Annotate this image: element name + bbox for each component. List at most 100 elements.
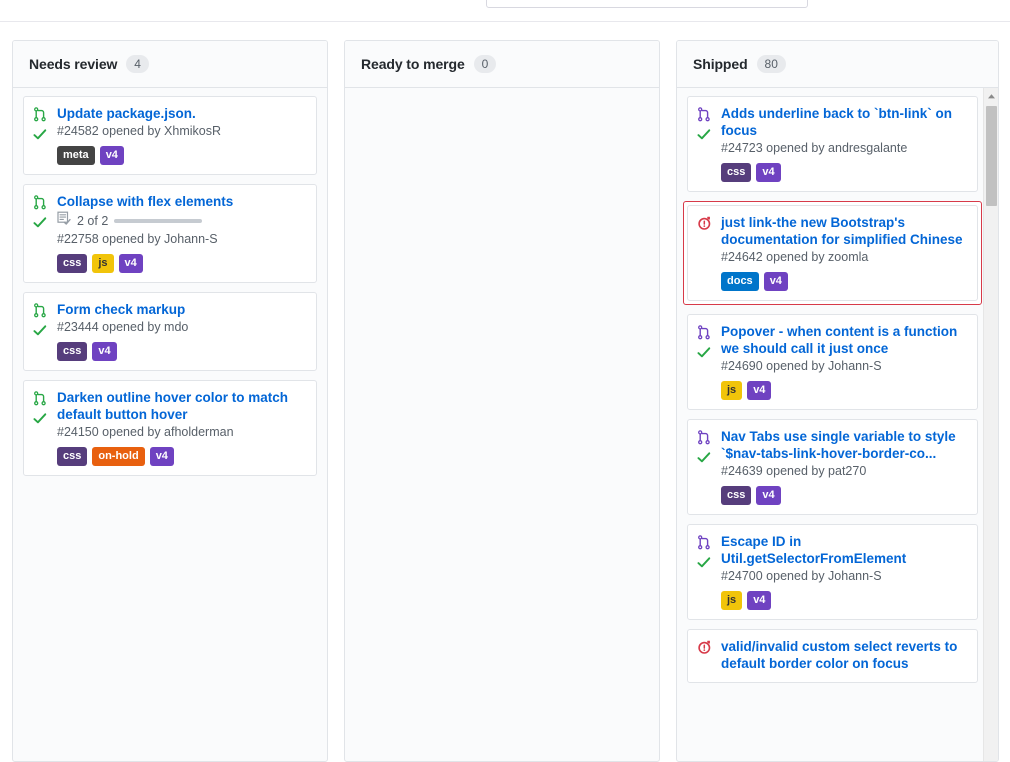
- label-v4[interactable]: v4: [92, 342, 117, 361]
- checks-passed-icon: [33, 324, 50, 342]
- card-content: just link-the new Bootstrap's documentat…: [721, 214, 967, 291]
- column-card-list: [345, 88, 659, 761]
- card-labels: css v4: [721, 163, 967, 182]
- card-labels: js v4: [721, 381, 967, 400]
- label-v4[interactable]: v4: [149, 447, 174, 466]
- label-js[interactable]: js: [92, 254, 114, 273]
- label-v4[interactable]: v4: [118, 254, 143, 273]
- card-title-link[interactable]: Adds underline back to `btn-link` on foc…: [721, 105, 967, 139]
- card-status-icons: [697, 533, 714, 574]
- label-css[interactable]: css: [721, 486, 752, 505]
- scrollbar-thumb[interactable]: [986, 106, 997, 206]
- card-status-icons: [33, 193, 50, 234]
- project-card[interactable]: valid/invalid custom select reverts to d…: [687, 629, 978, 683]
- card-title-link[interactable]: Escape ID in Util.getSelectorFromElement: [721, 533, 967, 567]
- board-column-ready-to-merge: Ready to merge 0: [344, 40, 660, 762]
- card-labels: js v4: [721, 591, 967, 610]
- card-meta-text: #24639 opened by pat270: [721, 464, 867, 478]
- column-title: Ready to merge: [361, 56, 465, 72]
- label-css[interactable]: css: [721, 163, 752, 182]
- label-v4[interactable]: v4: [756, 163, 781, 182]
- column-title: Shipped: [693, 56, 748, 72]
- card-labels: css v4: [57, 342, 306, 361]
- card-title-link[interactable]: just link-the new Bootstrap's documentat…: [721, 214, 967, 248]
- card-status-icons: [697, 323, 714, 364]
- card-title-link[interactable]: Collapse with flex elements: [57, 193, 306, 210]
- project-card[interactable]: Update package.json. #24582 opened by Xhm…: [23, 96, 317, 175]
- card-labels: css js v4: [57, 254, 306, 273]
- card-title-link[interactable]: Darken outline hover color to match defa…: [57, 389, 306, 423]
- card-status-icons: [33, 105, 50, 146]
- card-meta-text: #24700 opened by Johann-S: [721, 569, 882, 583]
- card-content: valid/invalid custom select reverts to d…: [721, 638, 967, 673]
- scroll-up-arrow-icon[interactable]: [984, 88, 998, 104]
- card-title-link[interactable]: Popover - when content is a function we …: [721, 323, 967, 357]
- label-v4[interactable]: v4: [99, 146, 124, 165]
- label-on-hold[interactable]: on-hold: [92, 447, 145, 466]
- card-labels: css v4: [721, 486, 967, 505]
- label-css[interactable]: css: [57, 447, 88, 466]
- project-card[interactable]: Popover - when content is a function we …: [687, 314, 978, 410]
- card-meta-text: #22758 opened by Johann-S: [57, 232, 218, 246]
- card-content: Collapse with flex elements 2 of 2 #22758 …: [57, 193, 306, 273]
- card-content: Adds underline back to `btn-link` on foc…: [721, 105, 967, 182]
- card-content: Form check markup #23444 opened by mdo css…: [57, 301, 306, 361]
- label-meta[interactable]: meta: [57, 146, 95, 165]
- card-title-link[interactable]: valid/invalid custom select reverts to d…: [721, 638, 967, 672]
- card-row: just link-the new Bootstrap's documentat…: [698, 214, 967, 291]
- pull-request-open-icon: [34, 195, 50, 215]
- project-card[interactable]: just link-the new Bootstrap's documentat…: [687, 205, 978, 301]
- card-labels: meta v4: [57, 146, 306, 165]
- pull-request-merged-icon: [698, 325, 714, 345]
- project-card[interactable]: Form check markup #23444 opened by mdo css…: [23, 292, 317, 371]
- board-search-input[interactable]: [486, 0, 808, 8]
- project-card[interactable]: Collapse with flex elements 2 of 2 #22758 …: [23, 184, 317, 283]
- card-task-progress: 2 of 2: [57, 211, 306, 230]
- card-row: Escape ID in Util.getSelectorFromElement…: [697, 533, 967, 610]
- column-header: Needs review 4: [13, 41, 327, 88]
- label-css[interactable]: css: [57, 254, 88, 273]
- card-title-link[interactable]: Form check markup: [57, 301, 306, 318]
- column-scrollbar[interactable]: [983, 88, 998, 761]
- card-title-link[interactable]: Update package.json.: [57, 105, 306, 122]
- pull-request-merged-icon: [698, 535, 714, 555]
- card-status-icons: [697, 428, 714, 469]
- task-progress-bar: [114, 218, 203, 223]
- checks-passed-icon: [697, 128, 714, 146]
- card-status-icons: [698, 214, 714, 236]
- project-card[interactable]: Escape ID in Util.getSelectorFromElement…: [687, 524, 978, 620]
- pull-request-open-icon: [34, 391, 50, 411]
- label-css[interactable]: css: [57, 342, 88, 361]
- card-meta-text: #24723 opened by andresgalante: [721, 141, 908, 155]
- board-column-needs-review: Needs review 4 Update package.json. #24582 …: [12, 40, 328, 762]
- label-v4[interactable]: v4: [763, 272, 788, 291]
- pull-request-closed-icon: [698, 216, 714, 236]
- column-card-count: 0: [473, 55, 497, 73]
- card-content: Escape ID in Util.getSelectorFromElement…: [721, 533, 967, 610]
- card-status-icons: [697, 105, 714, 146]
- column-title: Needs review: [29, 56, 118, 72]
- project-card[interactable]: Darken outline hover color to match defa…: [23, 380, 317, 476]
- card-meta-text: #24150 opened by afholderman: [57, 425, 234, 439]
- card-content: Update package.json. #24582 opened by Xhm…: [57, 105, 306, 165]
- label-v4[interactable]: v4: [756, 486, 781, 505]
- label-docs[interactable]: docs: [721, 272, 759, 291]
- card-row: Darken outline hover color to match defa…: [33, 389, 306, 466]
- card-labels: docs v4: [721, 272, 967, 291]
- project-card[interactable]: Nav Tabs use single variable to style `$…: [687, 419, 978, 515]
- pull-request-closed-icon: [698, 640, 714, 660]
- label-v4[interactable]: v4: [747, 381, 772, 400]
- label-v4[interactable]: v4: [747, 591, 772, 610]
- card-title-link[interactable]: Nav Tabs use single variable to style `$…: [721, 428, 967, 462]
- card-content: Darken outline hover color to match defa…: [57, 389, 306, 466]
- column-card-count: 4: [126, 55, 149, 73]
- card-row: Update package.json. #24582 opened by Xhm…: [33, 105, 306, 165]
- highlighted-card-wrapper[interactable]: just link-the new Bootstrap's documentat…: [683, 201, 982, 305]
- card-row: Nav Tabs use single variable to style `$…: [697, 428, 967, 505]
- column-card-count: 80: [756, 55, 786, 73]
- label-js[interactable]: js: [721, 381, 743, 400]
- label-js[interactable]: js: [721, 591, 743, 610]
- project-card[interactable]: Adds underline back to `btn-link` on foc…: [687, 96, 978, 192]
- card-content: Popover - when content is a function we …: [721, 323, 967, 400]
- pull-request-merged-icon: [698, 430, 714, 450]
